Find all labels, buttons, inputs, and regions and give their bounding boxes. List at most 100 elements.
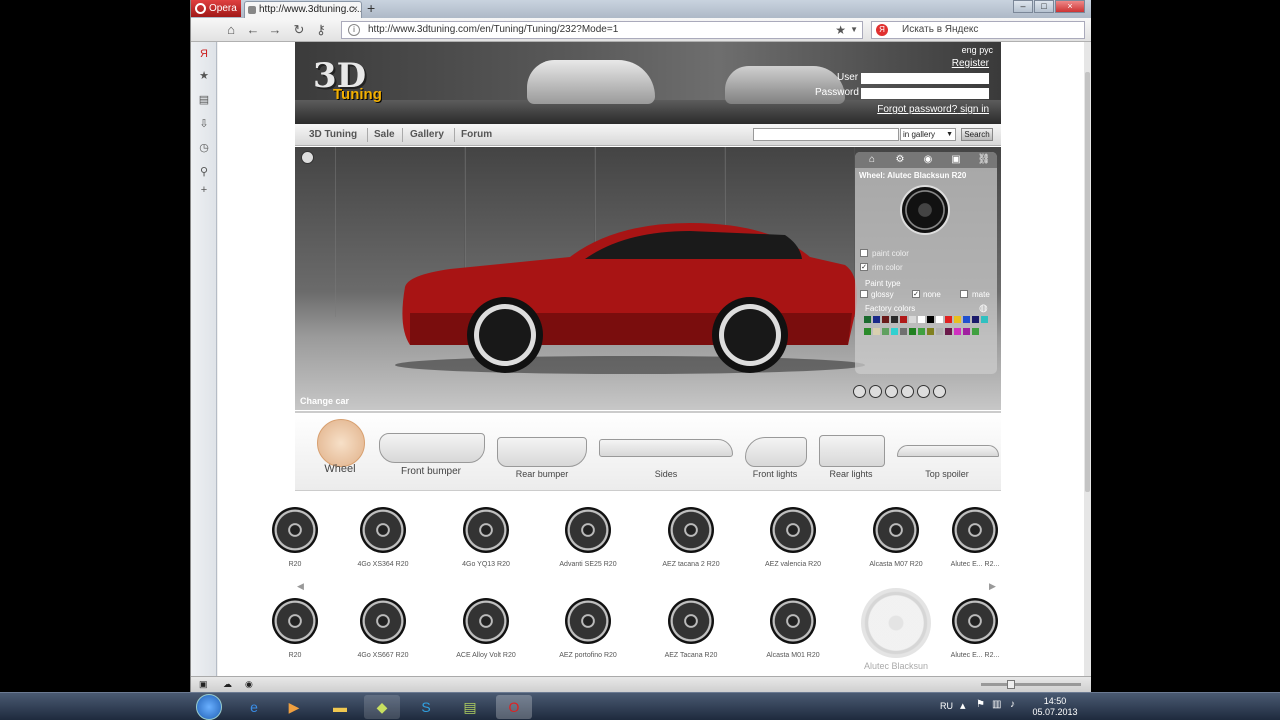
wheel-item-selected[interactable]: Alutec Blacksun [848,588,944,671]
network-icon[interactable]: ▥ [992,699,1001,710]
gallery-search-input[interactable] [753,128,899,141]
part-front-bumper[interactable]: Front bumper [375,413,487,491]
zoom-slider[interactable] [981,680,1081,689]
app-icon[interactable]: ◆ [364,695,400,719]
color-swatch[interactable] [882,328,889,335]
color-swatch[interactable] [891,316,898,323]
reload-icon[interactable]: ↻ [291,22,307,38]
home-icon[interactable]: ⌂ [865,154,879,166]
print-icon[interactable] [901,385,914,398]
gallery-scope-select[interactable]: in gallery ▼ [900,128,956,141]
color-swatch[interactable] [945,316,952,323]
color-swatch[interactable] [963,328,970,335]
scroll-left-icon[interactable]: ◀ [297,581,304,592]
color-swatch[interactable] [927,316,934,323]
wheel-item[interactable]: Alcasta M01 R20 [745,598,841,660]
wheel-item[interactable]: Alutec E... R2... [950,598,1000,660]
search-icon[interactable]: ⚲ [198,166,210,178]
color-swatch[interactable] [882,316,889,323]
downloads-icon[interactable]: ⇩ [198,118,210,130]
color-swatch[interactable] [909,328,916,335]
wheel-item[interactable]: Alcasta M07 R20 [848,507,944,569]
tray-arrow-icon[interactable]: ▴ [960,699,966,712]
color-swatch[interactable] [972,316,979,323]
internet-explorer-icon[interactable]: e [236,695,272,719]
rotate-view-icon[interactable] [301,151,314,164]
wheel-item[interactable]: Alutec E... R2... [950,507,1000,569]
chevron-down-icon[interactable]: ▼ [850,22,858,38]
nav-forum[interactable]: Forum [461,129,492,140]
scroll-right-icon[interactable]: ▶ [989,581,996,592]
color-swatch[interactable] [972,328,979,335]
vertical-scrollbar[interactable] [1084,42,1091,676]
close-window-button[interactable]: × [1055,0,1085,13]
paint-icon[interactable]: ◉ [921,154,935,166]
rim-color-checkbox[interactable]: ✓ [860,263,868,271]
rotate-icon[interactable] [869,385,882,398]
color-swatch[interactable] [918,328,925,335]
download-icon[interactable] [933,385,946,398]
part-rear-lights[interactable]: Rear lights [817,413,885,491]
user-input[interactable] [861,73,989,84]
play-icon[interactable] [853,385,866,398]
tab-3dtuning[interactable]: http://www.3dtuning.c... × [244,1,362,18]
share-icon[interactable]: ⛓ [977,154,991,166]
wheel-item[interactable]: ACE Alloy Volt R20 [438,598,534,660]
part-top-spoiler[interactable]: Top spoiler [895,413,999,491]
new-tab-button[interactable]: + [367,0,375,17]
forgot-password-link[interactable]: Forgot password? [877,104,957,115]
color-wheel-icon[interactable]: ◍ [979,303,988,314]
language-switch[interactable]: eng рус [962,45,993,55]
color-swatch[interactable] [864,316,871,323]
color-swatch[interactable] [873,328,880,335]
color-swatch[interactable] [909,316,916,323]
search-field[interactable]: Я Искать в Яндекс [871,21,1085,39]
part-front-lights[interactable]: Front lights [741,413,809,491]
key-icon[interactable]: ⚷ [313,22,329,38]
register-link[interactable]: Register [952,58,989,69]
color-swatch[interactable] [954,316,961,323]
wheel-item[interactable]: 4Go XS667 R20 [335,598,431,660]
cloud-icon[interactable]: ☁ [223,679,232,690]
nav-gallery[interactable]: Gallery [410,129,444,140]
wheel-item[interactable]: AEZ valencia R20 [745,507,841,569]
color-swatch[interactable] [864,328,871,335]
part-wheel[interactable]: Wheel [309,413,371,491]
tuning-icon[interactable]: ⚙ [893,154,907,166]
media-player-icon[interactable]: ▶ [276,695,312,719]
flag-icon[interactable]: ⚑ [976,699,985,710]
wheel-item[interactable]: AEZ Tacana R20 [643,598,739,660]
explorer-folder-icon[interactable]: ▬ [322,695,358,719]
color-swatch[interactable] [981,316,988,323]
wheel-item[interactable]: 4Go YQ13 R20 [438,507,534,569]
sign-in-link[interactable]: sign in [960,104,989,115]
upload-icon[interactable] [917,385,930,398]
add-panel-icon[interactable]: + [198,184,210,196]
color-swatch[interactable] [954,328,961,335]
paint-color-checkbox[interactable] [860,249,868,257]
yandex-panel-icon[interactable]: Я [198,48,210,60]
minimize-button[interactable]: – [1013,0,1033,13]
password-input[interactable] [861,88,989,99]
bookmarks-icon[interactable]: ★ [198,70,210,82]
color-swatch[interactable] [900,316,907,323]
volume-icon[interactable]: ♪ [1010,699,1015,710]
bookmark-star-icon[interactable]: ★ [835,22,846,38]
opera-menu-button[interactable]: Opera [191,0,241,17]
history-icon[interactable]: ◷ [198,142,210,154]
color-swatch[interactable] [945,328,952,335]
color-swatch[interactable] [963,316,970,323]
car-stage[interactable]: Change car ⌂ ⚙ ◉ ▣ ⛓ Wheel: Alutec Black… [295,147,1001,410]
nav-3d-tuning[interactable]: 3D Tuning [309,129,357,140]
clock[interactable]: 14:50 05.07.2013 [1030,696,1080,718]
color-swatch[interactable] [936,316,943,323]
search-button[interactable]: Search [961,128,993,141]
color-swatch[interactable] [927,328,934,335]
change-car-link[interactable]: Change car [300,396,349,406]
color-swatch[interactable] [891,328,898,335]
scrollbar-thumb[interactable] [1085,72,1090,492]
wheel-item[interactable]: 4Go XS364 R20 [335,507,431,569]
part-sides[interactable]: Sides [597,413,735,491]
color-swatch[interactable] [873,316,880,323]
color-swatch[interactable] [936,328,943,335]
